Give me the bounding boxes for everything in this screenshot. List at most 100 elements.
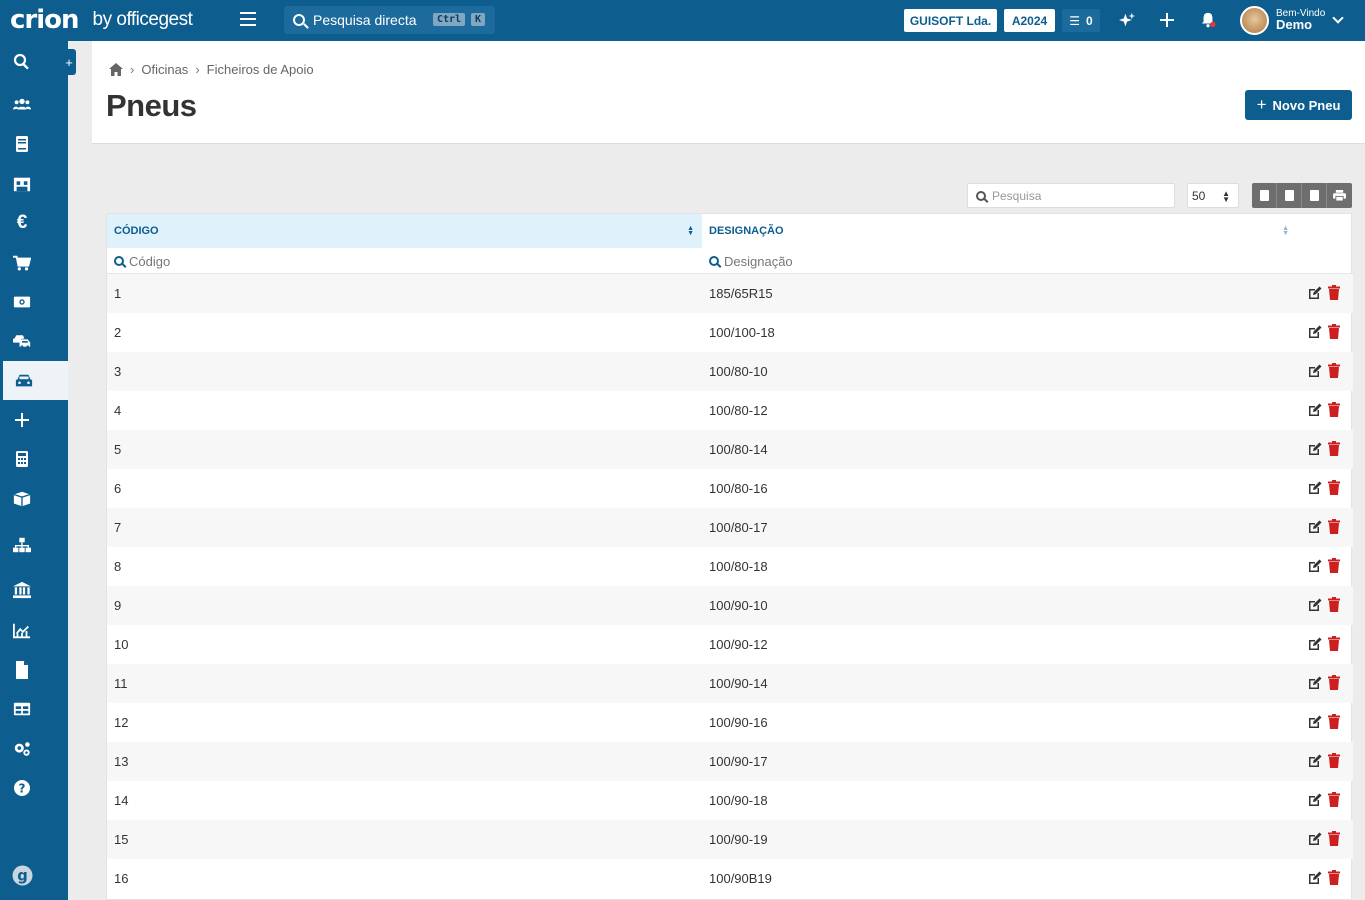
- trash-icon[interactable]: [1328, 753, 1340, 768]
- trash-icon[interactable]: [1328, 831, 1340, 846]
- edit-icon[interactable]: [1308, 754, 1322, 768]
- column-header-designation[interactable]: DESIGNAÇÃO ▲ ▼: [702, 214, 1297, 248]
- edit-icon[interactable]: [1308, 637, 1322, 651]
- cell-designation: 100/80-12: [709, 403, 768, 418]
- table-search-input[interactable]: [992, 188, 1162, 203]
- sidebar-item-warehouse[interactable]: [0, 164, 68, 203]
- sidebar-item-bank[interactable]: [0, 570, 68, 609]
- chevron-down-icon[interactable]: [1332, 12, 1344, 24]
- edit-icon[interactable]: [1308, 559, 1322, 573]
- cogs-icon: [14, 741, 30, 756]
- sidebar-item-vehicles[interactable]: [0, 321, 68, 360]
- print-button[interactable]: [1327, 183, 1352, 208]
- trash-icon[interactable]: [1328, 714, 1340, 729]
- filter-designation[interactable]: [702, 248, 1297, 274]
- edit-icon[interactable]: [1308, 871, 1322, 885]
- search-icon: [976, 190, 986, 201]
- table-search[interactable]: [967, 183, 1175, 208]
- filter-code-input[interactable]: [129, 253, 429, 269]
- table-row: 14 100/90-18: [107, 781, 1353, 820]
- edit-icon[interactable]: [1308, 676, 1322, 690]
- tasks-button[interactable]: ☰ 0: [1062, 9, 1100, 32]
- sidebar-item-books[interactable]: [0, 124, 68, 163]
- sidebar-collapse-toggle[interactable]: +: [62, 49, 76, 75]
- page-size-select[interactable]: 50 ▲ ▼: [1187, 183, 1239, 208]
- sidebar-item-reports[interactable]: [0, 611, 68, 650]
- edit-icon[interactable]: [1308, 832, 1322, 846]
- edit-icon[interactable]: [1308, 325, 1322, 339]
- home-icon[interactable]: [109, 63, 123, 76]
- global-search-placeholder: Pesquisa directa: [313, 12, 417, 28]
- cell-designation: 100/80-18: [709, 559, 768, 574]
- global-search[interactable]: Pesquisa directa Ctrl K: [284, 6, 495, 34]
- trash-icon[interactable]: [1328, 363, 1340, 378]
- user-menu[interactable]: Bem-Vindo Demo: [1276, 8, 1325, 31]
- copy-button[interactable]: [1252, 183, 1277, 208]
- cell-code: 1: [114, 286, 122, 301]
- year-selector[interactable]: A2024: [1004, 9, 1055, 32]
- sidebar-item-calculator[interactable]: [0, 439, 68, 478]
- trash-icon[interactable]: [1328, 519, 1340, 534]
- sidebar-item-settings[interactable]: [0, 729, 68, 768]
- column-code-label: CÓDIGO: [114, 225, 159, 237]
- edit-icon[interactable]: [1308, 520, 1322, 534]
- excel-button[interactable]: [1277, 183, 1302, 208]
- bell-icon[interactable]: [1198, 10, 1218, 30]
- add-icon[interactable]: [1157, 10, 1177, 30]
- trash-icon[interactable]: [1328, 636, 1340, 651]
- new-tyre-label: Novo Pneu: [1272, 97, 1341, 113]
- edit-icon[interactable]: [1308, 715, 1322, 729]
- filter-designation-input[interactable]: [724, 253, 1024, 269]
- kbd-ctrl: Ctrl: [433, 13, 466, 26]
- column-header-code[interactable]: CÓDIGO ▲ ▼: [107, 214, 702, 248]
- breadcrumb-item-oficinas[interactable]: Oficinas: [141, 62, 188, 77]
- trash-icon[interactable]: [1328, 558, 1340, 573]
- edit-icon[interactable]: [1308, 286, 1322, 300]
- excel-icon: [1284, 190, 1294, 201]
- menu-toggle-icon[interactable]: [240, 12, 256, 26]
- edit-icon[interactable]: [1308, 598, 1322, 612]
- trash-icon[interactable]: [1328, 675, 1340, 690]
- trash-icon[interactable]: [1328, 480, 1340, 495]
- trash-icon[interactable]: [1328, 285, 1340, 300]
- trash-icon[interactable]: [1328, 441, 1340, 456]
- new-tyre-button[interactable]: + Novo Pneu: [1245, 90, 1352, 120]
- edit-icon[interactable]: [1308, 442, 1322, 456]
- avatar[interactable]: [1240, 6, 1269, 35]
- sidebar-item-add[interactable]: [0, 400, 68, 439]
- sidebar-item-officegest[interactable]: g: [0, 856, 68, 895]
- trash-icon[interactable]: [1328, 597, 1340, 612]
- sidebar-item-structure[interactable]: [0, 525, 68, 564]
- cell-code: 11: [114, 676, 128, 691]
- trash-icon[interactable]: [1328, 870, 1340, 885]
- sidebar-item-documents[interactable]: [0, 650, 68, 689]
- edit-icon[interactable]: [1308, 793, 1322, 807]
- edit-icon[interactable]: [1308, 364, 1322, 378]
- sidebar-item-finance[interactable]: €: [0, 203, 68, 242]
- app-logo[interactable]: crion by officegest: [10, 4, 193, 36]
- trash-icon[interactable]: [1328, 324, 1340, 339]
- filter-code[interactable]: [107, 248, 702, 274]
- sparkle-icon[interactable]: [1117, 10, 1137, 30]
- sidebar-item-help[interactable]: ?: [0, 768, 68, 807]
- sidebar-item-purchases[interactable]: [0, 243, 68, 282]
- edit-icon[interactable]: [1308, 481, 1322, 495]
- cell-designation: 100/80-10: [709, 364, 768, 379]
- sidebar-item-tables[interactable]: [0, 689, 68, 728]
- sidebar-item-users[interactable]: [0, 85, 68, 124]
- edit-icon[interactable]: [1308, 403, 1322, 417]
- cell-code: 13: [114, 754, 129, 769]
- top-bar: crion by officegest Pesquisa directa Ctr…: [0, 0, 1365, 41]
- tyres-table: CÓDIGO ▲▼ DESIGNAÇÃO ▲▼ 1 185/65R15 2 10…: [106, 213, 1353, 900]
- sidebar-item-cash[interactable]: [0, 282, 68, 321]
- company-selector[interactable]: GUISOFT Lda.: [904, 9, 997, 32]
- trash-icon[interactable]: [1328, 792, 1340, 807]
- table-row: 1 185/65R15: [107, 274, 1353, 313]
- car-icon: [15, 374, 32, 386]
- pdf-button[interactable]: [1302, 183, 1327, 208]
- sidebar-item-workshops[interactable]: [0, 361, 68, 400]
- sidebar-item-stock[interactable]: [0, 479, 68, 518]
- trash-icon[interactable]: [1328, 402, 1340, 417]
- breadcrumb-item-ficheiros[interactable]: Ficheiros de Apoio: [207, 62, 314, 77]
- sidebar-item-search[interactable]: [0, 42, 68, 81]
